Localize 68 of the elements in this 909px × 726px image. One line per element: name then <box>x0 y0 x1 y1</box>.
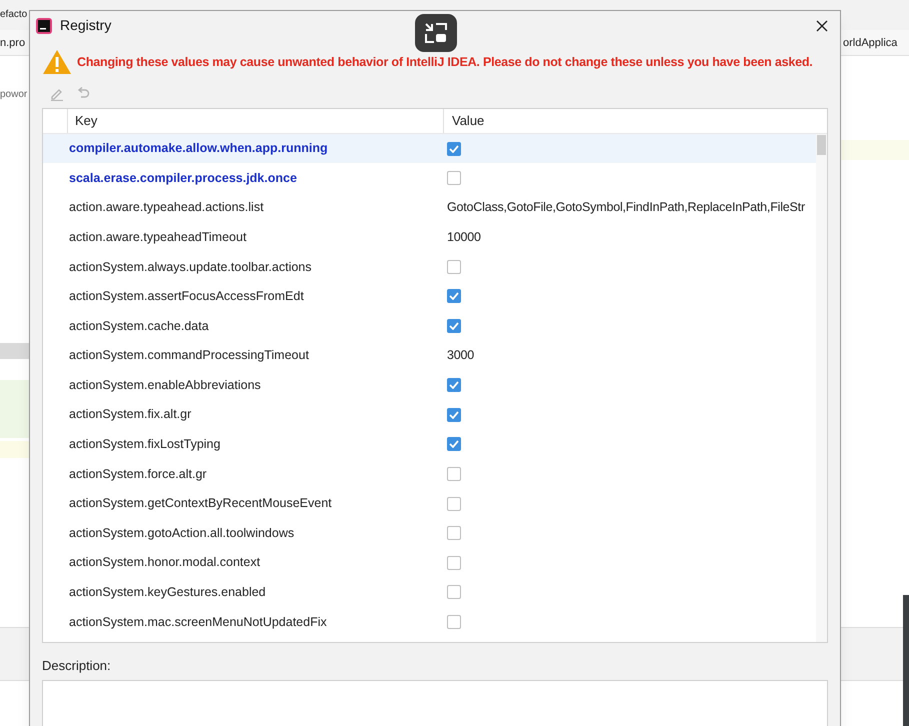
registry-key: actionSystem.fixLostTyping <box>69 435 442 454</box>
registry-row[interactable]: actionSystem.cache.data <box>43 311 816 341</box>
scrollbar[interactable] <box>816 134 827 642</box>
registry-row[interactable]: actionSystem.mac.screenMenuNotUpdatedFix <box>43 607 816 637</box>
registry-key: actionSystem.mac.screenMenuNotUpdatedFix <box>69 612 442 632</box>
warning-message: Changing these values may cause unwanted behavior of IntelliJ IDEA. Please do not change these unless you have been asked. <box>77 54 813 71</box>
registry-key: actionSystem.fix.alt.gr <box>69 405 442 424</box>
registry-key: actionSystem.gotoAction.all.toolwindows <box>69 524 442 543</box>
editor-tab-text: orldApplica <box>843 36 898 51</box>
registry-row[interactable]: actionSystem.always.update.toolbar.actions <box>43 252 816 282</box>
checkbox[interactable] <box>447 289 461 304</box>
registry-row[interactable]: actionSystem.assertFocusAccessFromEdt <box>43 282 816 312</box>
registry-row[interactable]: actionSystem.fixLostTyping <box>43 430 816 460</box>
registry-value: GotoClass,GotoFile,GotoSymbol,FindInPath,ReplaceInPath,FileStr <box>447 199 805 216</box>
registry-key: action.aware.typeaheadTimeout <box>69 228 442 247</box>
registry-row[interactable]: scala.erase.compiler.process.jdk.once <box>43 163 816 193</box>
registry-key: action.aware.typeahead.actions.list <box>69 198 442 218</box>
registry-row[interactable]: actionSystem.keyGestures.enabled <box>43 578 816 608</box>
registry-row[interactable]: actionSystem.getContextByRecentMouseEvent <box>43 488 816 518</box>
checkbox[interactable] <box>447 171 461 186</box>
checkbox[interactable] <box>447 260 461 274</box>
registry-key: actionSystem.keyGestures.enabled <box>69 583 442 602</box>
editor-tab-text: efacto <box>0 8 28 22</box>
registry-key: actionSystem.cache.data <box>69 316 442 336</box>
checkbox[interactable] <box>447 556 461 570</box>
warning-icon <box>42 49 72 76</box>
registry-key: actionSystem.force.alt.gr <box>69 464 442 484</box>
registry-row[interactable]: actionSystem.enableAbbreviations <box>43 370 816 400</box>
registry-row[interactable]: actionSystem.fix.alt.gr <box>43 400 816 430</box>
registry-row[interactable]: actionSystem.gotoAction.all.toolwindows <box>43 518 816 548</box>
checkbox[interactable] <box>447 319 461 334</box>
close-icon[interactable] <box>816 20 828 32</box>
registry-key: actionSystem.always.update.toolbar.actions <box>69 258 442 276</box>
checkbox[interactable] <box>447 142 461 156</box>
registry-value: 10000 <box>447 228 481 246</box>
checkbox[interactable] <box>447 615 461 629</box>
registry-key: actionSystem.honor.modal.context <box>69 553 442 572</box>
checkbox[interactable] <box>447 526 461 540</box>
project-tree-text: powor <box>0 88 28 102</box>
registry-row[interactable]: action.aware.typeahead.actions.list GotoClass,GotoFile,GotoSymbol,FindInPath,ReplaceInPath,FileStr <box>43 192 816 222</box>
registry-row[interactable]: actionSystem.commandProcessingTimeout 3000 <box>43 340 816 370</box>
registry-key: actionSystem.getContextByRecentMouseEvent <box>69 494 442 513</box>
column-header[interactable]: Value <box>452 110 484 130</box>
checkbox[interactable] <box>447 496 461 511</box>
registry-key: actionSystem.assertFocusAccessFromEdt <box>69 287 442 306</box>
registry-key: compiler.automake.allow.when.app.running <box>69 139 442 158</box>
column-header[interactable]: Key <box>75 110 98 130</box>
registry-row[interactable]: compiler.automake.allow.when.app.running <box>43 134 816 164</box>
checkbox[interactable] <box>447 467 461 482</box>
checkbox[interactable] <box>447 437 461 452</box>
registry-key: actionSystem.commandProcessingTimeout <box>69 346 442 366</box>
registry-value: 3000 <box>447 347 474 364</box>
checkbox[interactable] <box>447 408 461 422</box>
registry-row[interactable]: action.aware.typeaheadTimeout 10000 <box>43 222 816 252</box>
registry-row[interactable]: actionSystem.force.alt.gr <box>43 459 816 489</box>
app-logo-icon <box>36 18 52 34</box>
selected-line-highlight <box>0 343 29 359</box>
editor-tab-text: n.pro <box>0 36 26 51</box>
edit-icon[interactable] <box>50 86 64 101</box>
registry-row[interactable]: actionSystem.honor.modal.context <box>43 548 816 578</box>
description-label: Description: <box>42 657 112 676</box>
exit-fullscreen-icon <box>424 22 448 44</box>
registry-key: scala.erase.compiler.process.jdk.once <box>69 168 442 188</box>
checkbox[interactable] <box>447 585 461 600</box>
registry-key: actionSystem.enableAbbreviations <box>69 376 442 395</box>
exit-fullscreen-button[interactable] <box>415 14 457 52</box>
window-title: Registry <box>60 16 112 36</box>
checkbox[interactable] <box>447 378 461 392</box>
